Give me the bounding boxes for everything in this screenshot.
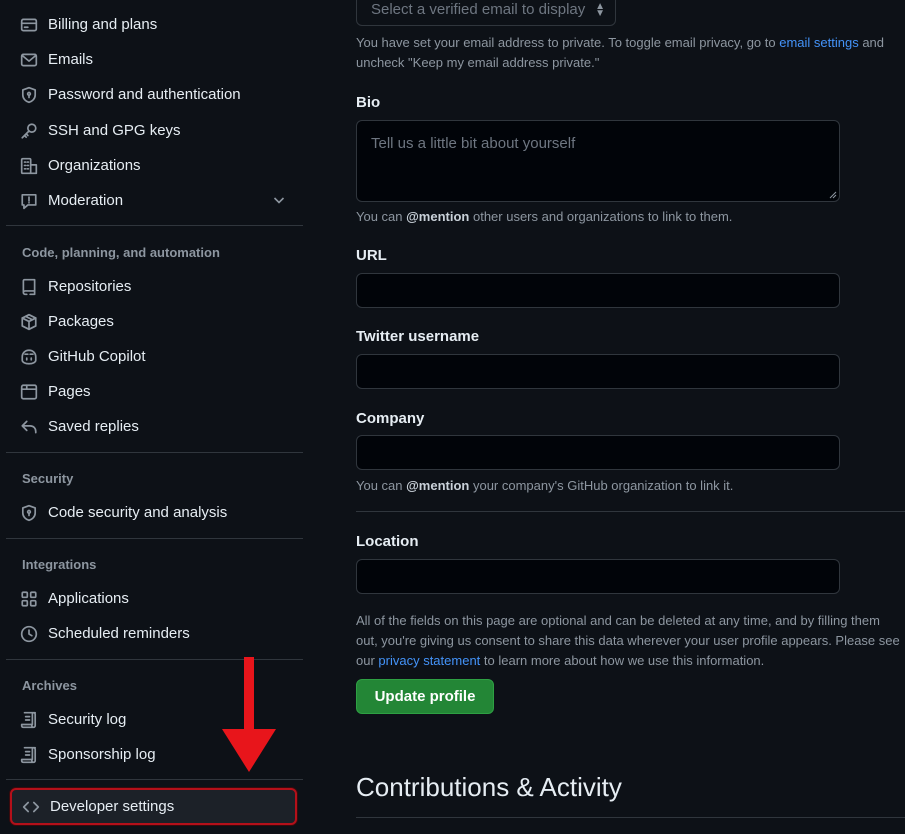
section-title-archives: Archives [22,678,77,693]
red-arrow-annotation [222,657,276,772]
sidebar-item-label: GitHub Copilot [48,348,146,365]
sidebar-item-label: Applications [48,590,129,607]
sidebar-item-label: Billing and plans [48,16,158,33]
sidebar-item-password[interactable]: Password and authentication [6,78,297,111]
company-input[interactable] [356,435,840,470]
sidebar-divider [6,452,303,453]
sidebar-item-label: Saved replies [48,418,139,435]
sidebar-item-moderation[interactable]: Moderation [6,184,297,217]
url-label: URL [356,247,387,264]
sidebar-item-label: Repositories [48,278,132,295]
log-icon [6,703,48,736]
bio-label: Bio [356,94,381,111]
heading-divider [356,817,905,818]
mail-icon [6,43,48,76]
code-icon [12,790,50,823]
select-placeholder: Select a verified email to display [371,0,586,18]
apps-icon [6,582,48,615]
settings-sidebar: Billing and plans Emails Password and au… [0,0,303,834]
privacy-statement-link[interactable]: privacy statement [378,653,480,668]
sidebar-item-label: Pages [48,383,91,400]
sidebar-item-label: Developer settings [50,798,175,815]
shield-lock-icon [6,496,48,529]
chevron-down-icon[interactable] [271,192,287,208]
package-icon [6,305,48,338]
credit-card-icon [6,8,48,41]
bio-placeholder: Tell us a little bit about yourself [371,135,576,152]
location-label: Location [356,533,419,550]
sidebar-item-scheduled-reminders[interactable]: Scheduled reminders [6,617,297,650]
sidebar-item-billing[interactable]: Billing and plans [6,8,297,41]
section-title-security: Security [22,471,74,486]
sidebar-item-ssh-keys[interactable]: SSH and GPG keys [6,114,297,147]
section-title-integrations: Integrations [22,557,97,572]
sidebar-item-emails[interactable]: Emails [6,43,297,76]
sidebar-item-copilot[interactable]: GitHub Copilot [6,340,297,373]
sidebar-item-label: Moderation [48,192,124,209]
sidebar-item-organizations[interactable]: Organizations [6,149,297,182]
company-note: You can @mention your company's GitHub o… [356,478,734,493]
company-label: Company [356,410,425,427]
email-privacy-note: You have set your email address to priva… [356,35,885,70]
sidebar-item-label: Sponsorship log [48,746,156,763]
shield-lock-icon [6,78,48,111]
select-arrows-icon: ▲ ▼ [595,1,605,19]
sidebar-item-packages[interactable]: Packages [6,305,297,338]
twitter-label: Twitter username [356,328,480,345]
sidebar-divider [6,538,303,539]
bio-textarea[interactable]: Tell us a little bit about yourself [356,120,840,202]
sidebar-item-applications[interactable]: Applications [6,582,297,615]
contributions-heading: Contributions & Activity [356,772,622,802]
key-icon [6,114,48,147]
organization-icon [6,149,48,182]
sidebar-item-code-security[interactable]: Code security and analysis [6,496,297,529]
sidebar-item-pages[interactable]: Pages [6,375,297,408]
public-email-select[interactable]: Select a verified email to display ▲ ▼ [356,0,616,26]
sidebar-item-label: SSH and GPG keys [48,122,181,139]
privacy-note: All of the fields on this page are optio… [356,613,900,668]
email-settings-link[interactable]: email settings [779,35,858,50]
sidebar-item-label: Organizations [48,157,141,174]
sidebar-item-label: Packages [48,313,114,330]
location-input[interactable] [356,559,840,594]
sidebar-divider [6,779,303,780]
report-icon [6,184,48,217]
repo-icon [6,270,48,303]
sidebar-item-repositories[interactable]: Repositories [6,270,297,303]
form-divider [356,511,905,512]
update-profile-button[interactable]: Update profile [356,679,494,714]
url-input[interactable] [356,273,840,308]
sidebar-item-label: Scheduled reminders [48,625,190,642]
bio-note: You can @mention other users and organiz… [356,209,733,224]
sidebar-item-label: Emails [48,51,94,68]
sidebar-item-saved-replies[interactable]: Saved replies [6,410,297,443]
log-icon [6,738,48,771]
copilot-icon [6,340,48,373]
section-title-code: Code, planning, and automation [22,245,220,260]
sidebar-item-label: Security log [48,711,127,728]
clock-icon [6,617,48,650]
reply-icon [6,410,48,443]
sidebar-item-label: Password and authentication [48,86,241,103]
twitter-username-input[interactable] [356,354,840,389]
sidebar-item-developer-settings[interactable]: Developer settings [10,788,297,825]
sidebar-item-label: Code security and analysis [48,504,228,521]
resize-handle-icon[interactable] [829,191,837,199]
sidebar-divider [6,225,303,226]
browser-icon [6,375,48,408]
